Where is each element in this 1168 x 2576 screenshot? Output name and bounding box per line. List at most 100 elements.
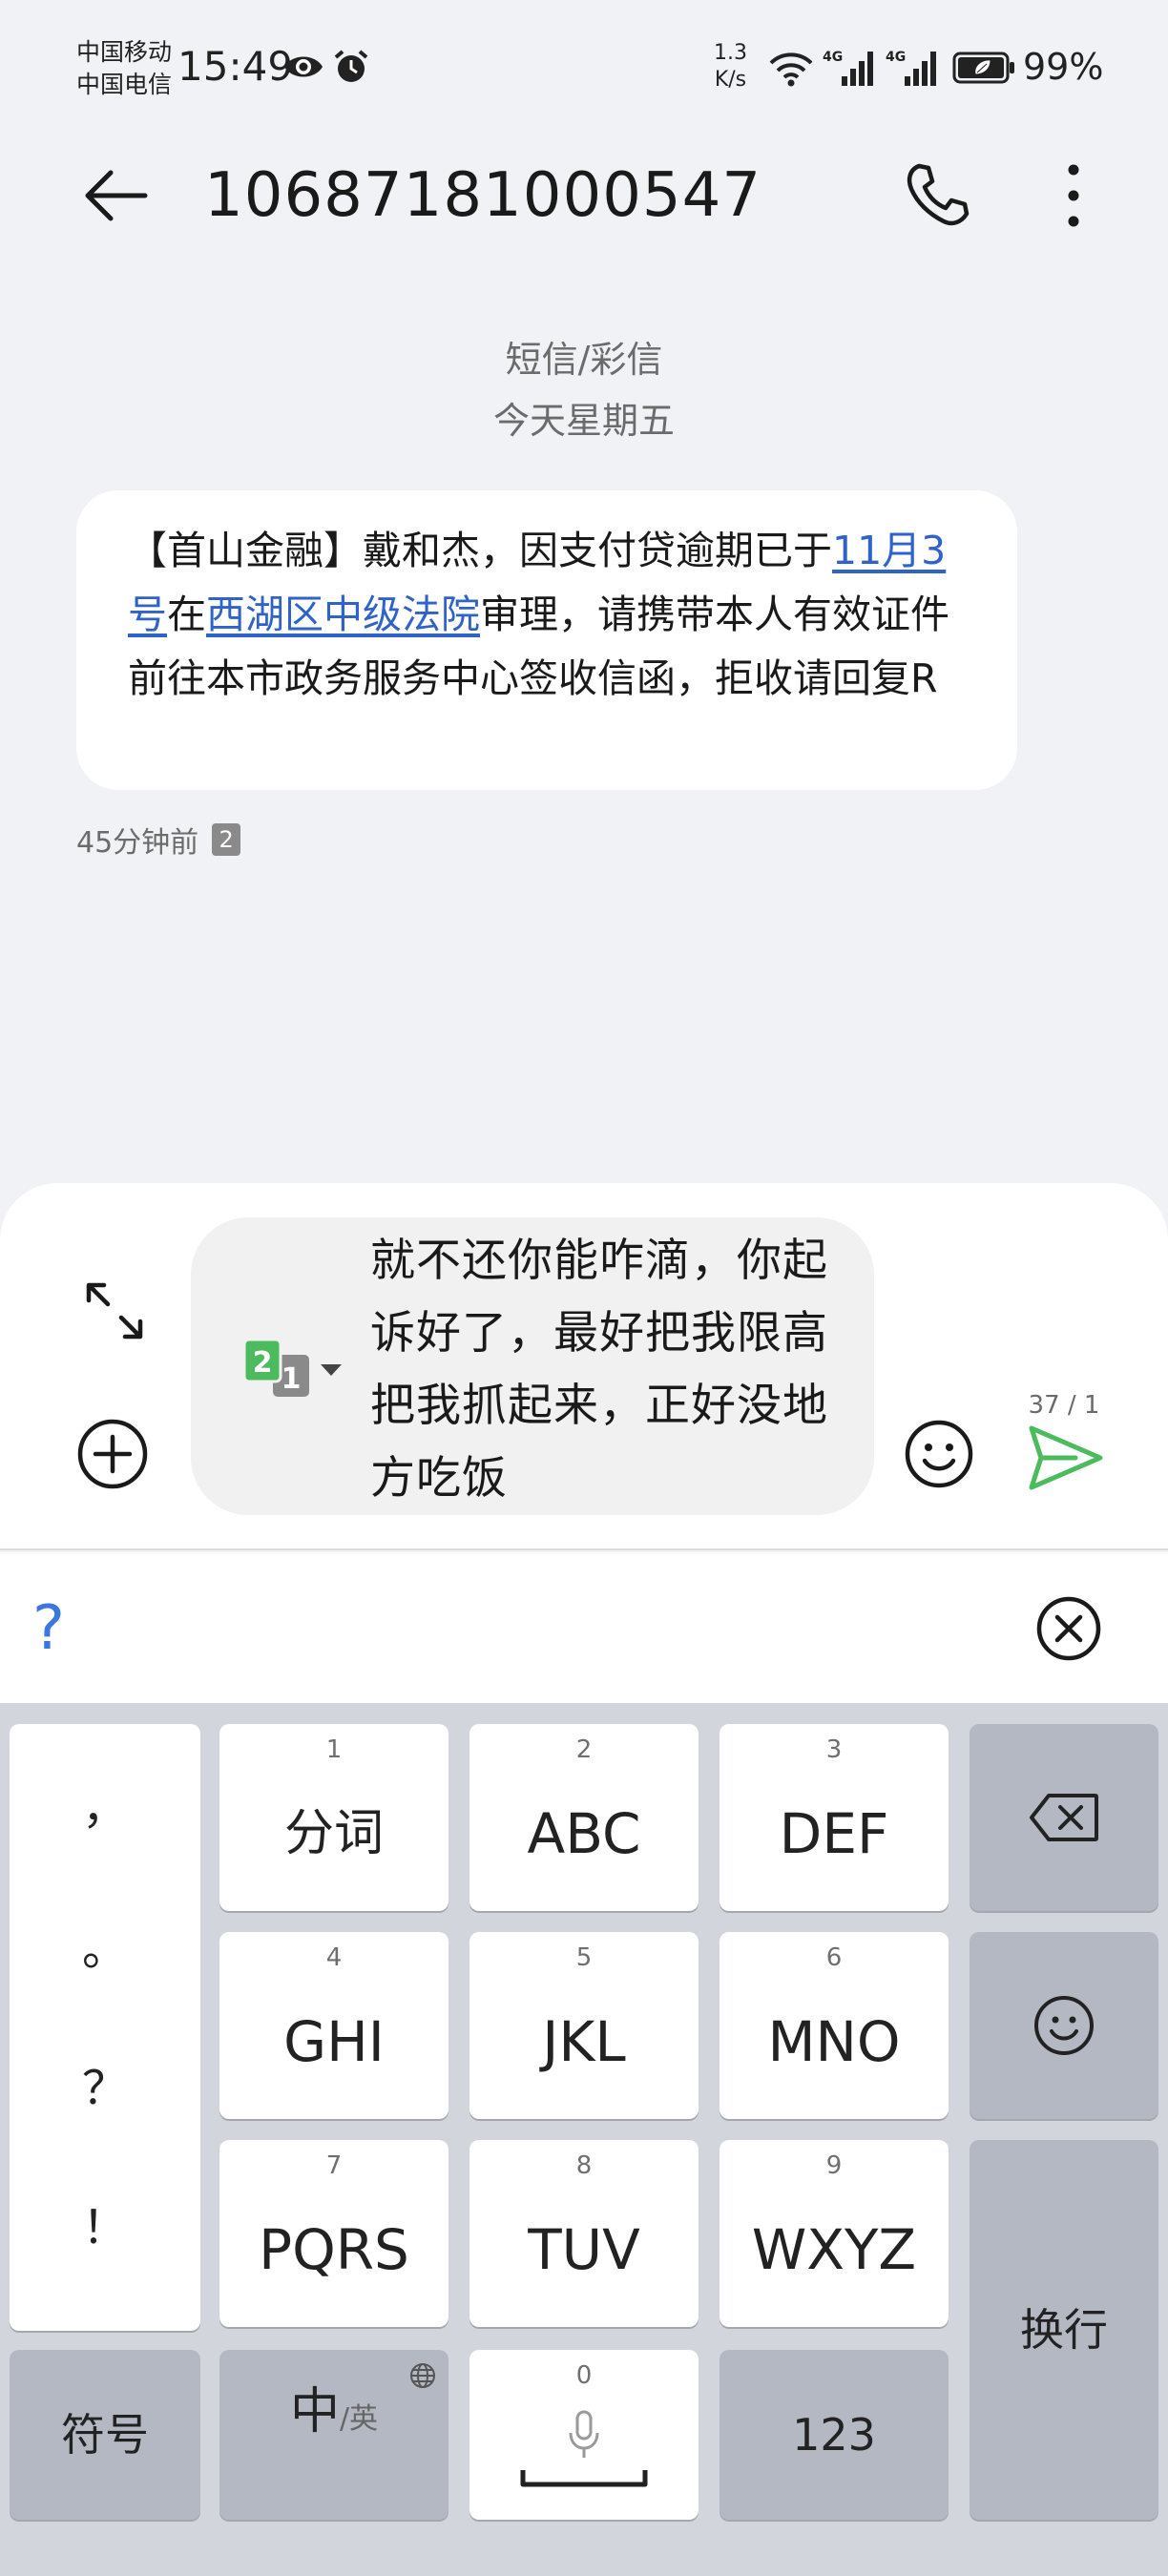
message-type-label: 短信/彩信 — [505, 339, 663, 381]
compose-panel: 1 2 就不还你能咋滴，你起诉好了，最好把我限高把我抓起来，正好没地方吃饭 37… — [0, 1183, 1168, 1550]
key-number: 1 — [325, 1735, 343, 1764]
emoji-key[interactable] — [970, 1932, 1158, 2119]
lang-main-label: 中 — [289, 2383, 340, 2441]
sim-card-icon: 1 2 — [242, 1338, 342, 1397]
expand-icon — [86, 1282, 143, 1340]
key-2-abc[interactable]: 2 ABC — [469, 1724, 699, 1911]
punct-key-comma[interactable]: ， — [10, 1770, 200, 1837]
message-bubble[interactable]: 【首山金融】戴和杰，因支付贷逾期已于11月3号在西湖区中级法院审理，请携带本人有… — [76, 490, 1017, 790]
close-circle-icon — [1036, 1596, 1101, 1661]
key-8-tuv[interactable]: 8 TUV — [469, 2140, 699, 2327]
symbols-key-label: 符号 — [61, 2409, 149, 2461]
key-number: 7 — [325, 2151, 343, 2180]
space-bar-icon — [520, 2470, 648, 2487]
network-type-label: 4G — [886, 50, 906, 65]
close-candidates-button[interactable] — [1031, 1590, 1107, 1667]
punct-key-question[interactable]: ？ — [10, 2050, 200, 2117]
smiley-icon — [905, 1420, 973, 1488]
punct-key-exclamation[interactable]: ！ — [10, 2190, 200, 2256]
key-label: MNO — [767, 2009, 901, 2074]
space-key[interactable]: 0 — [469, 2350, 699, 2520]
contact-number: 10687181000547 — [204, 160, 762, 231]
ime-keyboard: ， 。 ？ ！ 1 分词 2 ABC 3 DEF 4 GHI 5 JKL 6 M… — [0, 1703, 1168, 2576]
punctuation-column: ， 。 ？ ！ — [10, 1724, 200, 2331]
call-button[interactable] — [897, 155, 977, 237]
sim-active-label: 2 — [253, 1346, 273, 1380]
character-count: 37 / 1 — [1028, 1391, 1100, 1420]
court-link[interactable]: 西湖区中级法院 — [206, 592, 480, 637]
back-arrow-icon — [85, 170, 148, 221]
key-4-ghi[interactable]: 4 GHI — [219, 1932, 448, 2119]
key-7-pqrs[interactable]: 7 PQRS — [219, 2140, 448, 2327]
plus-circle-icon — [77, 1419, 148, 1489]
globe-icon — [410, 2363, 435, 2388]
key-3-def[interactable]: 3 DEF — [720, 1724, 949, 1911]
signal-icon-sim1: 4G — [823, 50, 873, 86]
lang-alt-label: /英 — [339, 2402, 379, 2436]
date-separator: 今天星期五 — [492, 400, 675, 442]
candidate-word[interactable]: ? — [32, 1590, 65, 1667]
carrier-1: 中国移动 — [76, 38, 173, 66]
key-number: 0 — [575, 2361, 593, 2390]
key-1-fenci[interactable]: 1 分词 — [219, 1724, 448, 1911]
carrier-names: 中国移动 中国电信 — [76, 36, 172, 101]
key-9-wxyz[interactable]: 9 WXYZ — [720, 2140, 949, 2327]
battery-percentage: 99% — [1023, 46, 1104, 88]
language-switch-key[interactable]: 中 /英 — [219, 2350, 448, 2520]
more-vertical-icon — [1068, 164, 1079, 227]
key-label: 分词 — [283, 1805, 384, 1862]
emoji-button[interactable] — [903, 1418, 975, 1490]
battery-icon — [952, 52, 1014, 84]
key-number: 8 — [575, 2151, 593, 2180]
key-label: PQRS — [259, 2217, 409, 2282]
send-button[interactable] — [1025, 1422, 1107, 1494]
key-label: WXYZ — [751, 2217, 917, 2282]
signal-icon-sim2: 4G — [886, 50, 936, 86]
key-6-mno[interactable]: 6 MNO — [720, 1932, 949, 2119]
backspace-key[interactable] — [970, 1724, 1158, 1911]
phone-icon — [907, 163, 970, 226]
status-time: 15:49 — [177, 43, 294, 90]
key-number: 2 — [575, 1735, 593, 1764]
eye-comfort-icon — [284, 56, 323, 77]
key-label: ABC — [527, 1801, 641, 1866]
message-input[interactable]: 1 2 就不还你能咋滴，你起诉好了，最好把我限高把我抓起来，正好没地方吃饭 — [191, 1217, 874, 1515]
message-text: 在 — [167, 592, 206, 637]
key-number: 9 — [825, 2151, 843, 2180]
conversation-header: 10687181000547 — [0, 143, 1168, 248]
network-speed: 1.3 K/s — [714, 40, 747, 93]
expand-button[interactable] — [76, 1273, 153, 1349]
back-button[interactable] — [76, 158, 155, 233]
enter-key-label: 换行 — [1020, 2304, 1108, 2356]
key-label: DEF — [779, 1801, 889, 1866]
network-speed-value: 1.3 — [714, 41, 747, 65]
caret-down-icon — [321, 1364, 342, 1376]
key-number: 4 — [325, 1943, 343, 1972]
symbols-key[interactable]: 符号 — [10, 2350, 200, 2520]
sim-badge: 2 — [212, 823, 241, 856]
attach-button[interactable] — [74, 1416, 151, 1492]
key-number: 6 — [825, 1943, 843, 1972]
key-5-jkl[interactable]: 5 JKL — [469, 1932, 699, 2119]
alarm-icon — [334, 50, 368, 82]
key-label: JKL — [542, 2009, 626, 2074]
key-number: 3 — [825, 1735, 843, 1764]
carrier-2: 中国电信 — [76, 71, 173, 98]
backspace-icon — [1030, 1794, 1098, 1841]
numbers-key-label: 123 — [792, 2409, 876, 2461]
message-timestamp: 45分钟前 2 — [76, 819, 241, 861]
smiley-icon — [1034, 1996, 1094, 2055]
ime-candidate-bar: ? — [0, 1552, 1168, 1703]
sim-selector[interactable]: 1 2 — [242, 1338, 349, 1404]
key-label: TUV — [528, 2217, 640, 2282]
time-ago: 45分钟前 — [76, 826, 199, 860]
wifi-icon — [769, 52, 813, 87]
key-label: GHI — [283, 2009, 385, 2074]
message-text: 【首山金融】戴和杰，因支付贷逾期已于 — [128, 528, 832, 573]
microphone-icon — [569, 2410, 599, 2458]
enter-key[interactable]: 换行 — [970, 2140, 1158, 2520]
more-options-button[interactable] — [1040, 155, 1107, 237]
sim-other-label: 1 — [282, 1362, 302, 1396]
punct-key-period[interactable]: 。 — [10, 1911, 200, 1978]
numbers-key[interactable]: 123 — [720, 2350, 949, 2520]
